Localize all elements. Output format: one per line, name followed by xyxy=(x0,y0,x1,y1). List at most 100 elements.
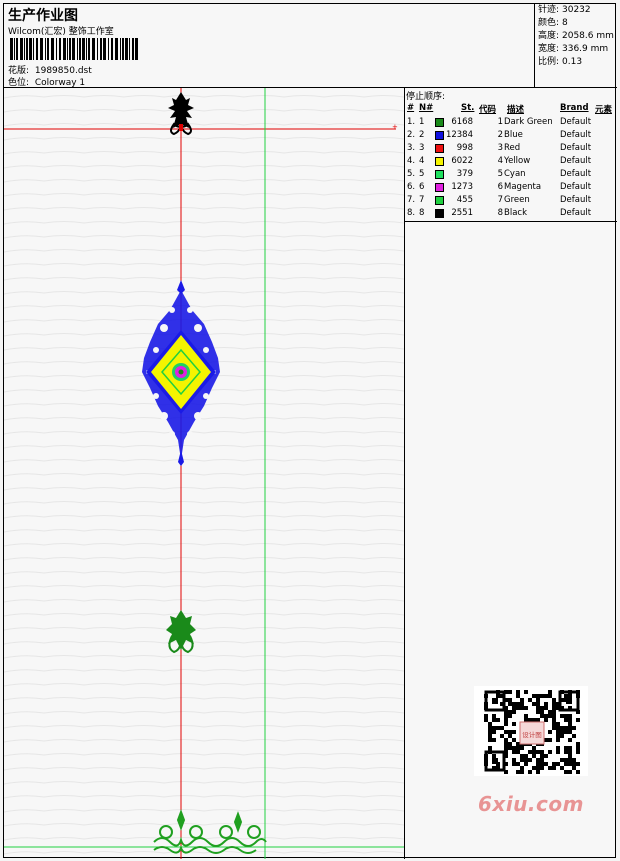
green-ornament xyxy=(166,610,196,654)
table-cell-n: 3 xyxy=(419,143,425,153)
table-cell-n: 4 xyxy=(419,156,425,166)
table-cell-desc: Black xyxy=(504,208,527,218)
stat-label: 高度: xyxy=(538,31,560,41)
stat-label: 宽度: xyxy=(538,44,560,54)
table-cell-brand: Default xyxy=(560,156,592,166)
table-cell-n: 7 xyxy=(419,195,425,205)
barcode-icon xyxy=(10,38,138,60)
table-cell-n: 5 xyxy=(419,169,425,179)
stat-value: 2058.6 mm xyxy=(562,31,614,41)
stat-row: 高度: 2058.6 mm xyxy=(535,30,617,43)
table-cell-desc: Yellow xyxy=(504,156,531,166)
stop-sequence-panel: 停止顺序: # N# St. 代码 描述 Brand 元素 1. 1 6168 1 Da… xyxy=(405,88,617,222)
stat-value: 0.13 xyxy=(562,57,583,67)
studio-name: Wilcom(汇宏) 整饰工作室 xyxy=(8,27,114,37)
table-cell-idx: 2. xyxy=(407,130,416,140)
table-cell-desc: Red xyxy=(504,143,521,153)
table-cell-code: 2 xyxy=(497,130,503,140)
table-cell-st: 6022 xyxy=(451,156,473,166)
stat-value: 30232 xyxy=(562,5,591,15)
stat-value: 336.9 mm xyxy=(562,44,609,54)
table-cell-st: 6168 xyxy=(451,117,473,127)
color-swatch xyxy=(435,196,444,205)
table-cell-code: 5 xyxy=(497,169,503,179)
table-row: 8. 8 2551 8 Black Default xyxy=(405,207,617,220)
table-cell-brand: Default xyxy=(560,195,592,205)
table-cell-idx: 1. xyxy=(407,117,416,127)
colorway-label: 色位: xyxy=(8,78,30,88)
table-cell-code: 4 xyxy=(497,156,503,166)
color-swatch xyxy=(435,157,444,166)
table-cell-st: 998 xyxy=(456,143,473,153)
column-header: N# xyxy=(419,103,434,113)
color-swatch xyxy=(435,170,444,179)
stop-sequence-title: 停止顺序: xyxy=(406,92,446,102)
top-ornament xyxy=(168,92,194,136)
color-swatch xyxy=(435,118,444,127)
stat-label: 颜色: xyxy=(538,18,560,28)
embroidery-design-canvas: + xyxy=(4,88,404,859)
table-cell-st: 12384 xyxy=(445,130,473,140)
watermark-logo: 6xiu.com xyxy=(478,792,584,816)
table-cell-code: 7 xyxy=(497,195,503,205)
column-header: 代码 xyxy=(479,105,497,115)
colorway-value: Colorway 1 xyxy=(34,78,86,88)
colorway-row: 色位: Colorway 1 xyxy=(8,75,85,88)
table-cell-brand: Default xyxy=(560,182,592,192)
stat-row: 宽度: 336.9 mm xyxy=(535,43,617,56)
table-row: 4. 4 6022 4 Yellow Default xyxy=(405,155,617,168)
qr-code-icon: 设计图 xyxy=(484,690,580,774)
table-cell-n: 6 xyxy=(419,182,425,192)
table-cell-brand: Default xyxy=(560,208,592,218)
table-cell-idx: 6. xyxy=(407,182,416,192)
table-cell-code: 6 xyxy=(497,182,503,192)
sheet-header: 生产作业图 Wilcom(汇宏) 整饰工作室 花版: 1989850.dst 色… xyxy=(4,4,535,88)
table-cell-st: 2551 xyxy=(451,208,473,218)
table-row: 3. 3 998 3 Red Default xyxy=(405,142,617,155)
table-cell-idx: 7. xyxy=(407,195,416,205)
color-swatch xyxy=(435,131,444,140)
qr-badge-text: 设计图 xyxy=(522,730,542,739)
table-cell-idx: 8. xyxy=(407,208,416,218)
table-row: 7. 7 455 7 Green Default xyxy=(405,194,617,207)
color-swatch xyxy=(435,144,444,153)
page-title: 生产作业图 xyxy=(8,8,78,24)
table-cell-desc: Cyan xyxy=(504,169,526,179)
table-cell-n: 8 xyxy=(419,208,425,218)
table-cell-n: 2 xyxy=(419,130,425,140)
table-row: 1. 1 6168 1 Dark Green Default xyxy=(405,116,617,129)
color-swatch xyxy=(435,183,444,192)
table-cell-brand: Default xyxy=(560,143,592,153)
column-header: # xyxy=(407,103,415,113)
diamond-ornament xyxy=(142,280,220,466)
column-header: 描述 xyxy=(507,105,525,115)
svg-text:+: + xyxy=(392,123,398,131)
table-cell-st: 379 xyxy=(456,169,473,179)
stat-value: 8 xyxy=(562,18,568,28)
table-cell-idx: 5. xyxy=(407,169,416,179)
column-header: St. xyxy=(461,103,475,113)
table-cell-brand: Default xyxy=(560,169,592,179)
table-cell-n: 1 xyxy=(419,117,425,127)
stat-row: 针迹: 30232 xyxy=(535,4,617,17)
column-header: 元素 xyxy=(595,105,613,115)
stats-panel: 针迹: 30232 颜色: 8 高度: 2058.6 mm 宽度: 336.9 mm 比… xyxy=(535,4,617,88)
table-cell-st: 455 xyxy=(456,195,473,205)
table-cell-code: 1 xyxy=(497,117,503,127)
table-cell-desc: Blue xyxy=(504,130,523,140)
table-row: 2. 2 12384 2 Blue Default xyxy=(405,129,617,142)
table-cell-idx: 4. xyxy=(407,156,416,166)
stat-row: 比例: 0.13 xyxy=(535,56,617,69)
table-cell-st: 1273 xyxy=(451,182,473,192)
table-cell-brand: Default xyxy=(560,117,592,127)
stat-label: 针迹: xyxy=(538,5,560,15)
qr-code[interactable]: 设计图 xyxy=(474,686,588,776)
stat-label: 比例: xyxy=(538,57,560,67)
design-preview[interactable]: + xyxy=(4,88,405,859)
table-header: # N# St. 代码 描述 Brand 元素 xyxy=(405,103,617,115)
column-header: Brand xyxy=(560,103,589,113)
table-cell-code: 3 xyxy=(497,143,503,153)
table-cell-desc: Green xyxy=(504,195,530,205)
table-cell-code: 8 xyxy=(497,208,503,218)
table-cell-desc: Dark Green xyxy=(504,117,553,127)
